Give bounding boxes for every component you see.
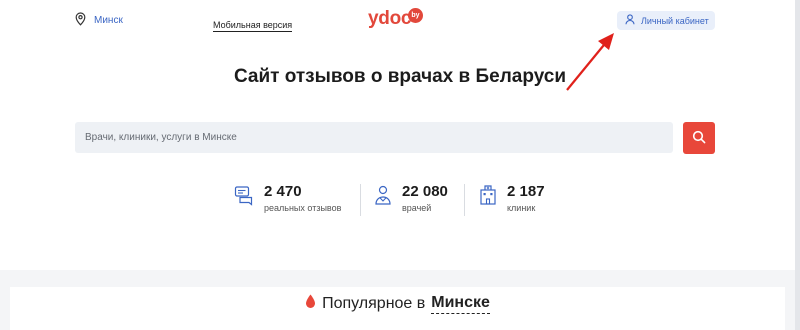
drop-icon bbox=[305, 294, 316, 314]
mobile-version-link[interactable]: Мобильная версия bbox=[213, 20, 293, 32]
account-button-label: Личный кабинет bbox=[641, 15, 709, 26]
city-selector[interactable]: Минск bbox=[75, 12, 123, 29]
stat-clinics: 2 187 клиник bbox=[479, 184, 545, 216]
logo-badge: by bbox=[408, 8, 423, 23]
stat-doctors: 22 080 врачей bbox=[374, 184, 448, 216]
stat-value: 2 187 bbox=[507, 183, 545, 200]
search-icon bbox=[692, 130, 706, 147]
clinic-icon bbox=[479, 184, 497, 211]
stat-label: врачей bbox=[402, 203, 432, 213]
stat-reviews: 2 470 реальных отзывов bbox=[234, 184, 341, 216]
stat-label: реальных отзывов bbox=[264, 203, 342, 213]
location-pin-icon bbox=[75, 12, 86, 29]
search-button[interactable] bbox=[683, 122, 715, 154]
reviews-icon bbox=[234, 184, 254, 211]
search-input[interactable] bbox=[75, 122, 673, 153]
stat-value: 22 080 bbox=[402, 183, 448, 200]
doctor-icon bbox=[374, 184, 392, 211]
scrollbar-track[interactable] bbox=[795, 0, 800, 330]
user-icon bbox=[625, 14, 635, 27]
stat-divider bbox=[464, 184, 465, 216]
popular-city-link[interactable]: Минске bbox=[431, 294, 490, 314]
account-button[interactable]: Личный кабинет bbox=[617, 11, 715, 30]
site-logo[interactable]: ydoc bbox=[368, 8, 411, 30]
stat-divider bbox=[360, 184, 361, 216]
popular-prefix: Популярное в bbox=[322, 295, 426, 312]
page-title: Сайт отзывов о врачах в Беларуси bbox=[233, 66, 567, 87]
city-label: Минск bbox=[94, 15, 123, 26]
popular-heading: Популярное в Минске bbox=[0, 294, 795, 314]
stat-label: клиник bbox=[507, 203, 536, 213]
stat-value: 2 470 bbox=[264, 183, 302, 200]
